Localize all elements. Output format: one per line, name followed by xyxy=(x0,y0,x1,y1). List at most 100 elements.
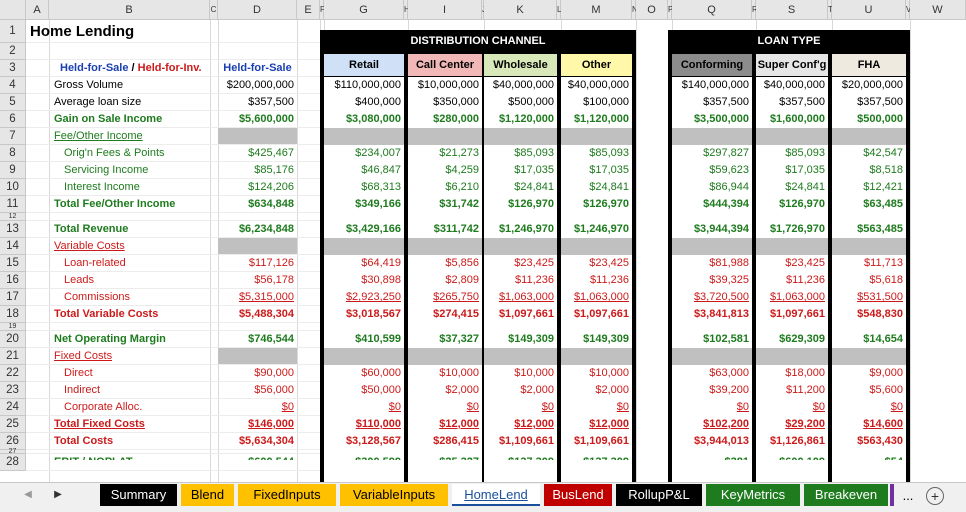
value-cell-leads[interactable]: $2,809 xyxy=(408,272,482,289)
value-cell-servicing[interactable]: $17,035 xyxy=(561,162,632,179)
value-cell-ebit[interactable]: $300,599 xyxy=(324,454,404,460)
value-cell-interest[interactable]: $12,421 xyxy=(832,179,906,196)
value-cell-commissions[interactable]: $2,923,250 xyxy=(324,289,404,306)
value-cell-servicing[interactable]: $17,035 xyxy=(484,162,557,179)
value-cell-interest[interactable]: $68,313 xyxy=(324,179,404,196)
value-cell-ebit[interactable]: $137,309 xyxy=(561,454,632,460)
sheet-tab-keymetrics[interactable]: KeyMetrics xyxy=(706,484,800,506)
column-header-q[interactable]: Q xyxy=(672,0,752,20)
value-cell-gross-volume[interactable]: $40,000,000 xyxy=(484,77,557,94)
value-cell-ebit[interactable]: $600,109 xyxy=(756,454,828,460)
value-cell-total-fee[interactable]: $444,394 xyxy=(672,196,752,213)
value-cell-gain-sale[interactable]: $5,600,000 xyxy=(218,111,297,128)
value-cell-total-fixed[interactable]: $12,000 xyxy=(561,416,632,433)
value-cell-gain-sale[interactable]: $3,080,000 xyxy=(324,111,404,128)
row-header-21[interactable]: 21 xyxy=(0,348,26,365)
value-cell-net-margin[interactable]: $149,309 xyxy=(484,331,557,348)
value-cell-total-revenue[interactable]: $1,246,970 xyxy=(561,221,632,238)
value-cell-total-variable[interactable]: $1,097,661 xyxy=(561,306,632,323)
value-cell-leads[interactable]: $11,236 xyxy=(561,272,632,289)
value-cell-total-variable[interactable]: $274,415 xyxy=(408,306,482,323)
row-header-15[interactable]: 15 xyxy=(0,255,26,272)
sheet-tab-rollupp-l[interactable]: RollupP&L xyxy=(616,484,702,506)
value-cell-loan-related[interactable]: $23,425 xyxy=(561,255,632,272)
value-cell-loan-related[interactable]: $23,425 xyxy=(484,255,557,272)
value-cell-total-fixed[interactable]: $146,000 xyxy=(218,416,297,433)
value-cell-leads[interactable]: $11,236 xyxy=(756,272,828,289)
value-cell-gain-sale[interactable]: $1,120,000 xyxy=(561,111,632,128)
row-header-19[interactable]: 19 xyxy=(0,323,26,331)
value-cell-leads[interactable]: $30,898 xyxy=(324,272,404,289)
value-cell-indirect[interactable]: $2,000 xyxy=(561,382,632,399)
value-cell-interest[interactable]: $124,206 xyxy=(218,179,297,196)
value-cell-direct[interactable]: $10,000 xyxy=(484,365,557,382)
value-cell-gain-sale[interactable]: $1,600,000 xyxy=(756,111,828,128)
column-header-e[interactable]: E xyxy=(297,0,320,20)
value-cell-leads[interactable]: $39,325 xyxy=(672,272,752,289)
value-cell-total-variable[interactable]: $3,841,813 xyxy=(672,306,752,323)
row-header-4[interactable]: 4 xyxy=(0,77,26,94)
value-cell-direct[interactable]: $9,000 xyxy=(832,365,906,382)
value-cell-direct[interactable]: $90,000 xyxy=(218,365,297,382)
row-header-25[interactable]: 25 xyxy=(0,416,26,433)
value-cell-net-margin[interactable]: $149,309 xyxy=(561,331,632,348)
value-cell-total-variable[interactable]: $5,488,304 xyxy=(218,306,297,323)
value-cell-total-fixed[interactable]: $102,200 xyxy=(672,416,752,433)
value-cell-avg-loan[interactable]: $500,000 xyxy=(484,94,557,111)
value-cell-leads[interactable]: $56,178 xyxy=(218,272,297,289)
row-header-11[interactable]: 11 xyxy=(0,196,26,213)
value-cell-avg-loan[interactable]: $357,500 xyxy=(832,94,906,111)
value-cell-leads[interactable]: $11,236 xyxy=(484,272,557,289)
row-header-18[interactable]: 18 xyxy=(0,306,26,323)
value-cell-total-variable[interactable]: $548,830 xyxy=(832,306,906,323)
value-cell-gross-volume[interactable]: $10,000,000 xyxy=(408,77,482,94)
value-cell-total-variable[interactable]: $1,097,661 xyxy=(484,306,557,323)
value-cell-total-revenue[interactable]: $3,429,166 xyxy=(324,221,404,238)
value-cell-corporate[interactable]: $0 xyxy=(324,399,404,416)
value-cell-interest[interactable]: $86,944 xyxy=(672,179,752,196)
value-cell-indirect[interactable]: $11,200 xyxy=(756,382,828,399)
value-cell-servicing[interactable]: $46,847 xyxy=(324,162,404,179)
value-cell-total-fee[interactable]: $126,970 xyxy=(484,196,557,213)
value-cell-commissions[interactable]: $265,750 xyxy=(408,289,482,306)
value-cell-avg-loan[interactable]: $357,500 xyxy=(672,94,752,111)
value-cell-orig-fees[interactable]: $85,093 xyxy=(484,145,557,162)
value-cell-commissions[interactable]: $1,063,000 xyxy=(756,289,828,306)
value-cell-servicing[interactable]: $17,035 xyxy=(756,162,828,179)
value-cell-orig-fees[interactable]: $234,007 xyxy=(324,145,404,162)
value-cell-avg-loan[interactable]: $350,000 xyxy=(408,94,482,111)
sheet-tab-fixedinputs[interactable]: FixedInputs xyxy=(238,484,336,506)
value-cell-net-margin[interactable]: $102,581 xyxy=(672,331,752,348)
value-cell-direct[interactable]: $63,000 xyxy=(672,365,752,382)
value-cell-direct[interactable]: $10,000 xyxy=(408,365,482,382)
value-cell-orig-fees[interactable]: $297,827 xyxy=(672,145,752,162)
value-cell-total-costs[interactable]: $1,126,861 xyxy=(756,433,828,450)
value-cell-gross-volume[interactable]: $40,000,000 xyxy=(756,77,828,94)
column-header-w[interactable]: W xyxy=(910,0,966,20)
row-header-7[interactable]: 7 xyxy=(0,128,26,145)
row-header-23[interactable]: 23 xyxy=(0,382,26,399)
value-cell-total-fee[interactable]: $31,742 xyxy=(408,196,482,213)
row-header-22[interactable]: 22 xyxy=(0,365,26,382)
tab-more-button[interactable]: ... xyxy=(898,486,918,506)
sheet-tab-homelend[interactable]: HomeLend xyxy=(452,484,540,506)
row-header-17[interactable]: 17 xyxy=(0,289,26,306)
value-cell-total-fee[interactable]: $349,166 xyxy=(324,196,404,213)
value-cell-interest[interactable]: $24,841 xyxy=(756,179,828,196)
value-cell-servicing[interactable]: $85,176 xyxy=(218,162,297,179)
row-header-8[interactable]: 8 xyxy=(0,145,26,162)
sheet-tab-blend[interactable]: Blend xyxy=(181,484,234,506)
value-cell-orig-fees[interactable]: $85,093 xyxy=(561,145,632,162)
value-cell-loan-related[interactable]: $11,713 xyxy=(832,255,906,272)
row-header-12[interactable]: 12 xyxy=(0,213,26,221)
column-header-c[interactable]: C xyxy=(210,0,218,20)
value-cell-indirect[interactable]: $50,000 xyxy=(324,382,404,399)
value-cell-orig-fees[interactable]: $425,467 xyxy=(218,145,297,162)
column-header-s[interactable]: S xyxy=(756,0,828,20)
column-header-o[interactable]: O xyxy=(636,0,668,20)
row-header-6[interactable]: 6 xyxy=(0,111,26,128)
column-header-k[interactable]: K xyxy=(484,0,557,20)
value-cell-total-fixed[interactable]: $12,000 xyxy=(484,416,557,433)
value-cell-total-revenue[interactable]: $6,234,848 xyxy=(218,221,297,238)
add-sheet-button[interactable]: + xyxy=(926,487,944,505)
